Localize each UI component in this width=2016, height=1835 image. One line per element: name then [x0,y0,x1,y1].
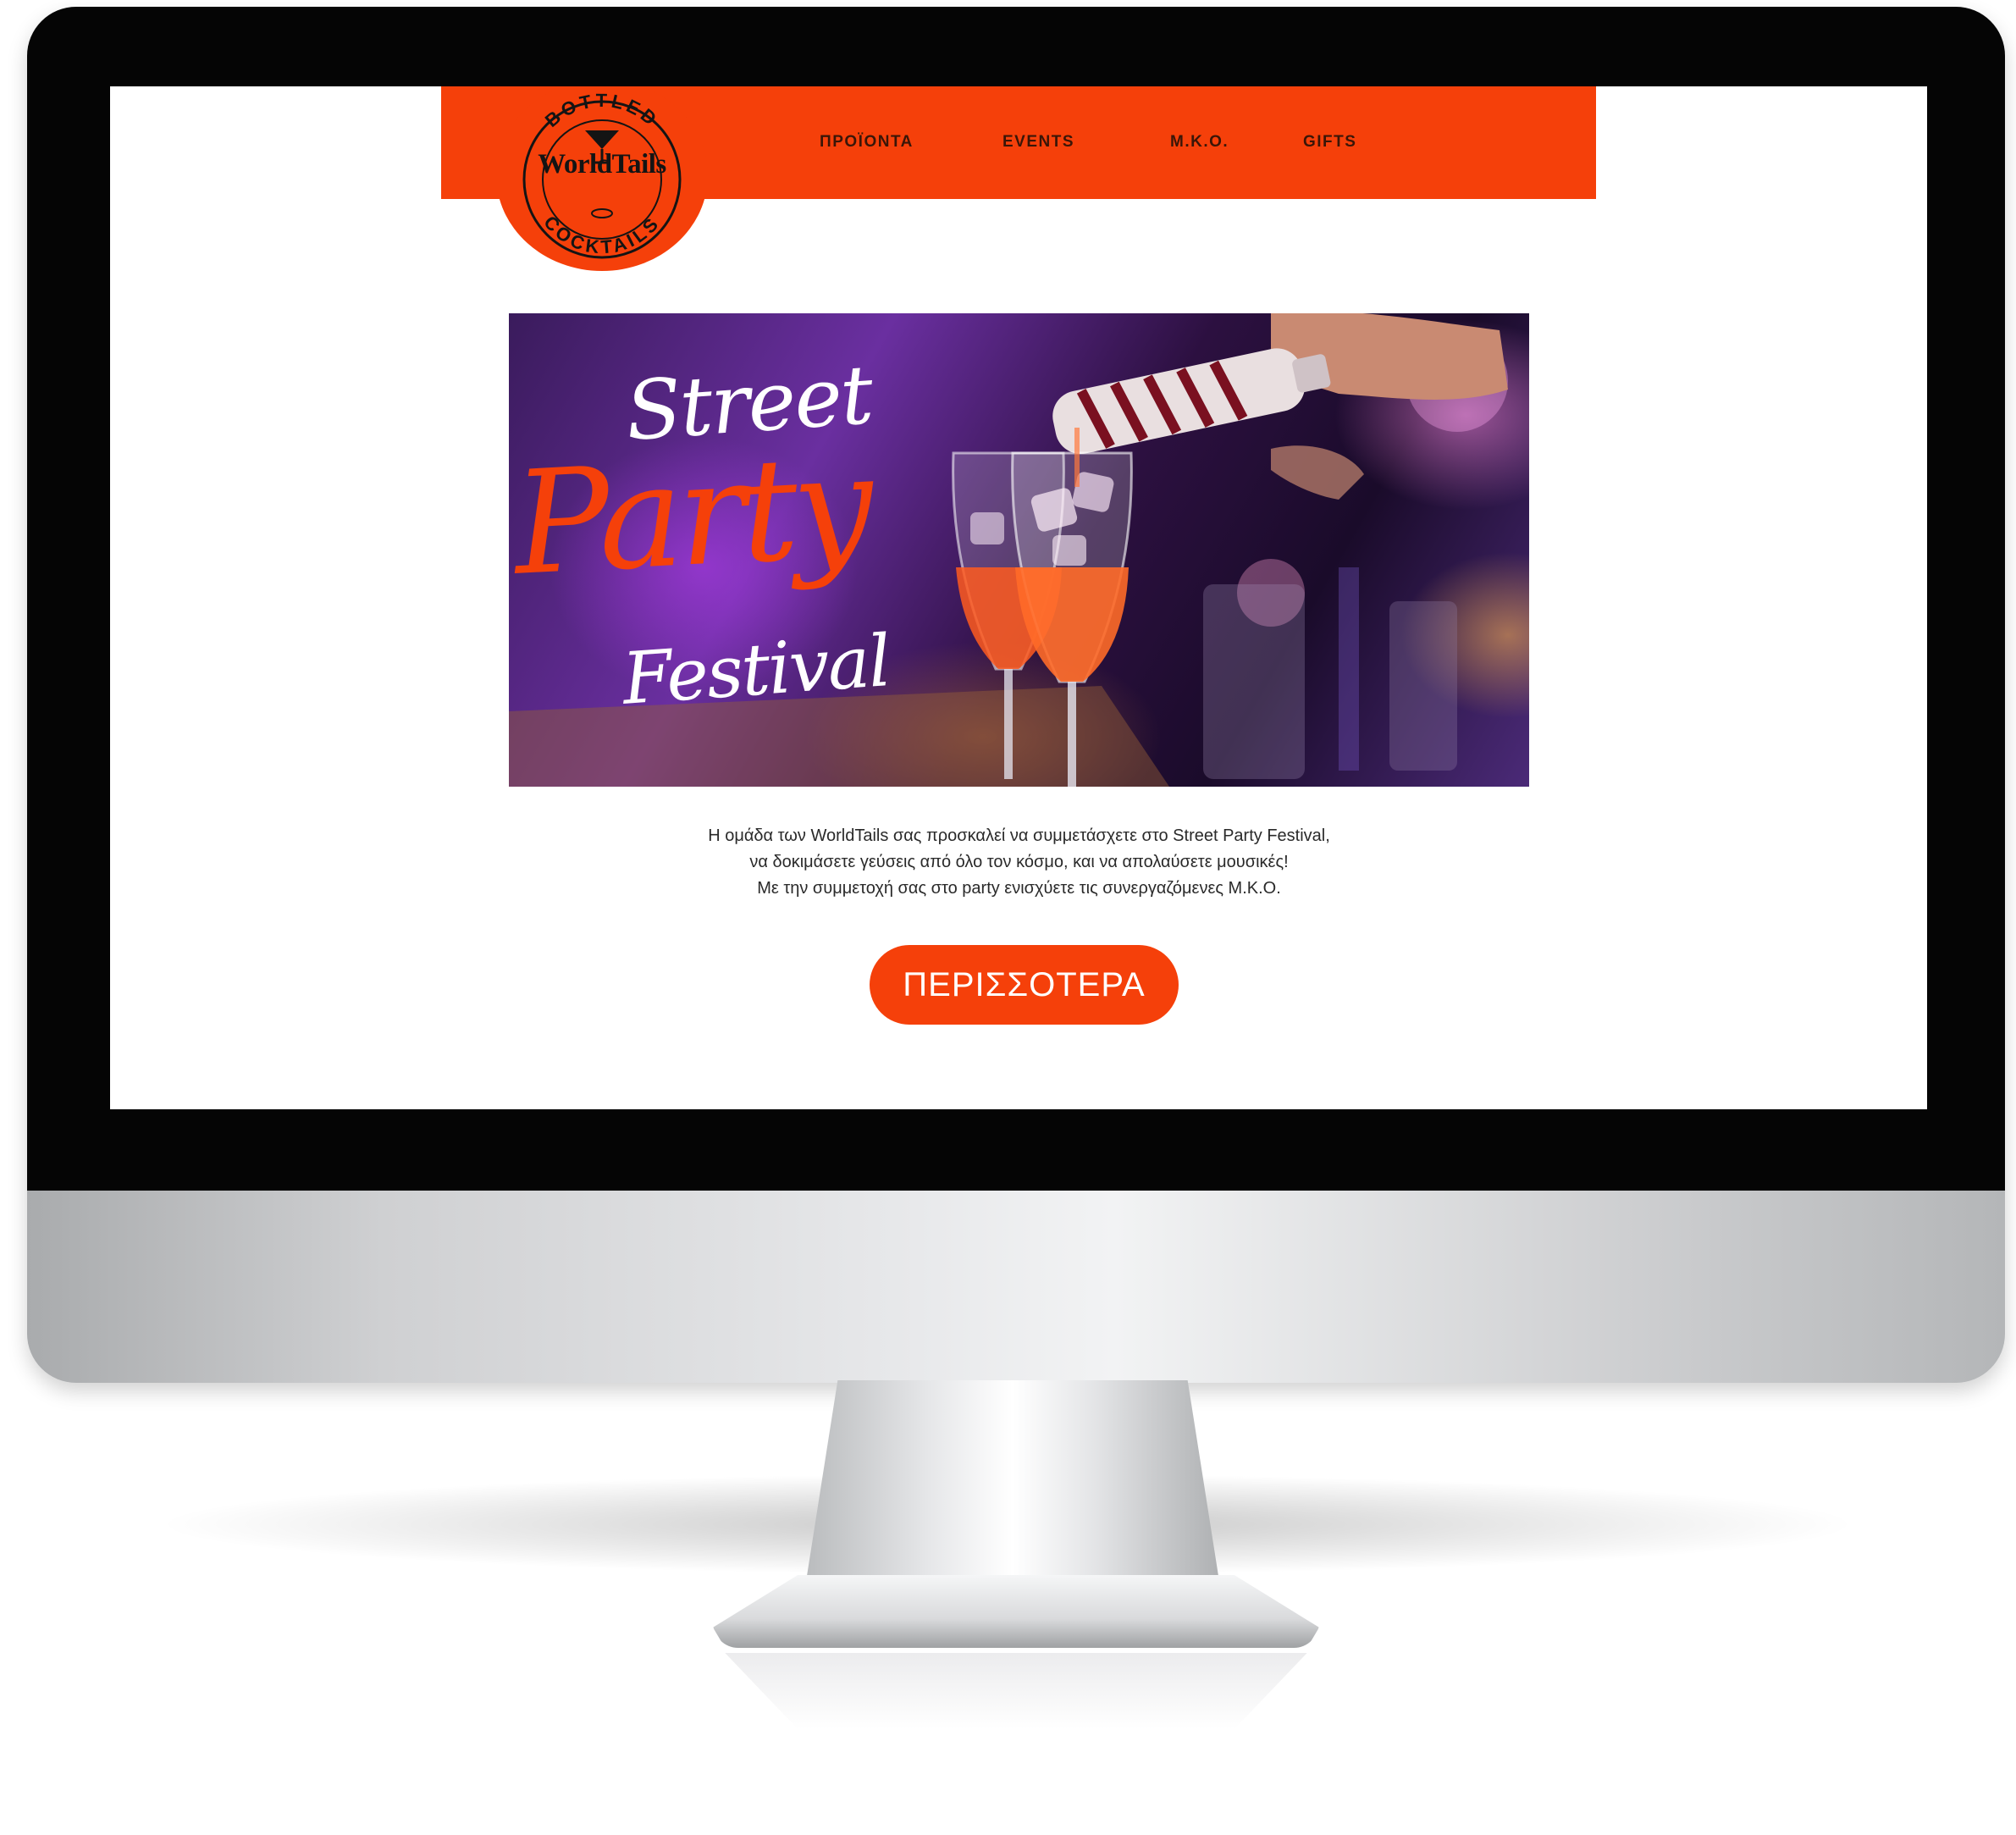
screen: BOTTLED COCKTAILS WorldTails ΠΡΟΪΟΝΤΑ EV… [110,86,1927,1109]
intro-line: Με την συμμετοχή σας στο party ενισχύετε… [757,879,1281,898]
stand-reflection [725,1653,1307,1729]
nav-item-ngo[interactable]: M.K.O. [1170,133,1229,152]
hero-title-party: Party [510,423,873,607]
svg-text:BOTTLED: BOTTLED [541,90,663,131]
web-page: BOTTLED COCKTAILS WorldTails ΠΡΟΪΟΝΤΑ EV… [441,86,1596,1109]
nav-item-gifts[interactable]: GIFTS [1303,133,1356,152]
intro-line: να δοκιμάσετε γεύσεις από όλο τον κόσμο,… [749,853,1289,871]
intro-line: Η ομάδα των WorldTails σας προσκαλεί να … [708,826,1330,845]
nav-item-products[interactable]: ΠΡΟΪΟΝΤΑ [820,133,914,152]
svg-text:COCKTAILS: COCKTAILS [539,212,664,258]
logo-top-text: BOTTLED [541,90,660,131]
brand-logo[interactable]: BOTTLED COCKTAILS WorldTails [496,86,708,271]
nav-item-events[interactable]: EVENTS [1002,133,1074,152]
logo-wordmark: WorldTails [538,149,666,180]
hero-banner: Street Party Festival [509,313,1529,787]
monitor-stand-neck [804,1380,1221,1592]
monitor-stand-base [713,1575,1319,1648]
logo-bottom-text: COCKTAILS [539,212,660,258]
intro-text: Η ομάδα των WorldTails σας προσκαλεί να … [509,823,1529,902]
monitor-chin [27,1191,2005,1383]
more-button[interactable]: ΠΕΡΙΣΣΟΤΕΡΑ [870,945,1179,1025]
